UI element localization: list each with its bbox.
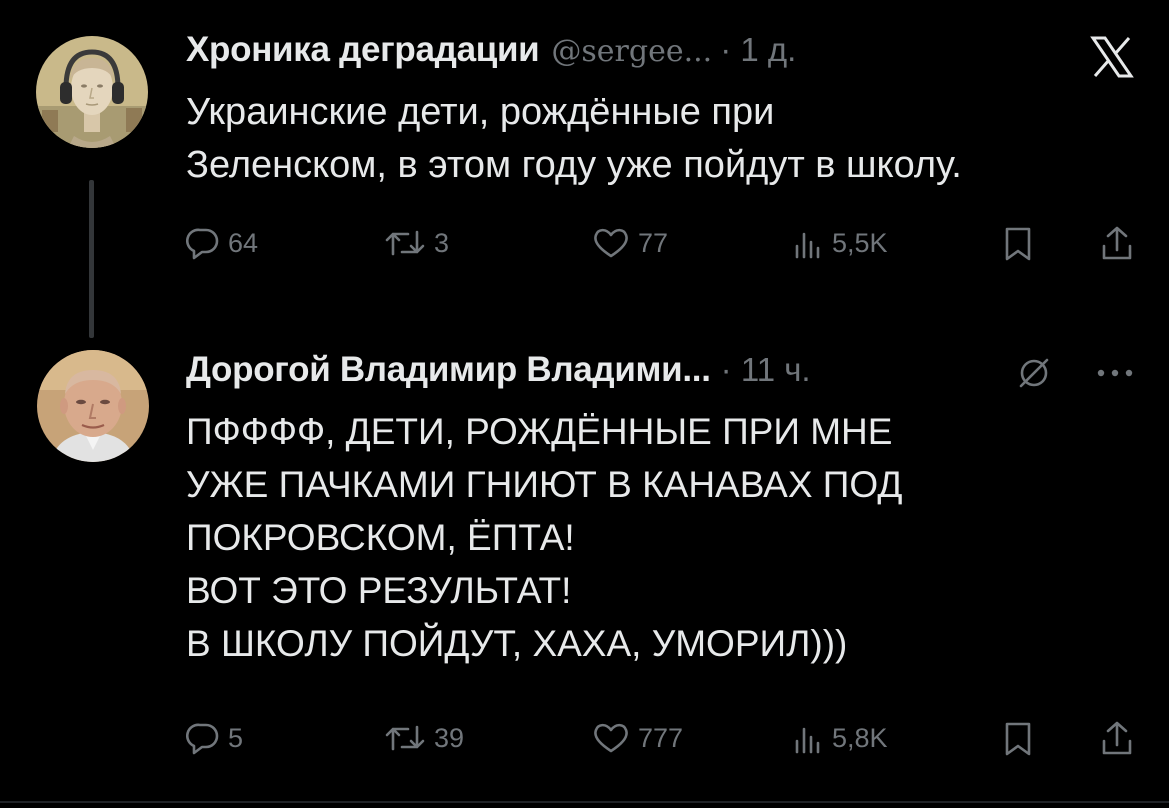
- views-button[interactable]: 5,5K: [792, 226, 888, 260]
- reply-icon: [186, 721, 220, 755]
- repost-button[interactable]: 3: [384, 226, 449, 260]
- repost-icon: [384, 721, 426, 755]
- post-text-line: Зеленском, в этом году уже пойдут в школ…: [186, 144, 962, 186]
- post-text-line: ПОКРОВСКОМ, ЁПТА!: [186, 517, 575, 558]
- heart-icon: [592, 721, 630, 755]
- repost-count: 39: [434, 722, 465, 753]
- views-count: 5,8K: [832, 722, 888, 753]
- post-timestamp[interactable]: · 1 д.: [720, 31, 796, 69]
- post-text-line: ВОТ ЭТО РЕЗУЛЬТАТ!: [186, 570, 572, 611]
- bookmark-icon[interactable]: [1003, 226, 1033, 262]
- x-thread-screenshot: Хроника деградации @sergee... · 1 д. Укр…: [0, 0, 1169, 808]
- reply-button[interactable]: 5: [186, 721, 243, 755]
- post-header: Дорогой Владимир Владими... · 11 ч.: [186, 350, 811, 390]
- like-button[interactable]: 77: [592, 226, 668, 260]
- share-icon[interactable]: [1100, 719, 1134, 757]
- share-icon[interactable]: [1100, 224, 1134, 262]
- post-text-line: Украинские дети, рождённые при: [186, 91, 775, 133]
- like-count: 777: [638, 722, 684, 753]
- like-button[interactable]: 777: [592, 721, 683, 755]
- reply-button[interactable]: 64: [186, 226, 258, 260]
- post-text-line: В ШКОЛУ ПОЙДУТ, ХАХА, УМОРИЛ))): [186, 623, 848, 664]
- views-icon: [792, 226, 824, 260]
- author-name[interactable]: Дорогой Владимир Владими...: [186, 350, 711, 390]
- heart-icon: [592, 226, 630, 260]
- post-text-line: УЖЕ ПАЧКАМИ ГНИЮТ В КАНАВАХ ПОД: [186, 464, 903, 505]
- views-count: 5,5K: [832, 227, 888, 258]
- thread-connector-line: [89, 180, 94, 338]
- post-text-line: ПФФФФ, ДЕТИ, РОЖДЁННЫЕ ПРИ МНЕ: [186, 411, 893, 452]
- repost-button[interactable]: 39: [384, 721, 464, 755]
- reply-count: 64: [228, 227, 259, 258]
- views-button[interactable]: 5,8K: [792, 721, 888, 755]
- reply-icon: [186, 226, 220, 260]
- divider: [0, 801, 1169, 803]
- post-header: Хроника деградации @sergee... · 1 д.: [186, 30, 796, 70]
- grok-icon[interactable]: [1017, 356, 1051, 390]
- post-text: Украинские дети, рождённые при Зеленском…: [186, 86, 962, 192]
- like-count: 77: [638, 227, 669, 258]
- author-name[interactable]: Хроника деградации: [186, 30, 540, 70]
- author-avatar[interactable]: [37, 350, 149, 462]
- repost-icon: [384, 226, 426, 260]
- repost-count: 3: [434, 227, 450, 258]
- views-icon: [792, 721, 824, 755]
- x-logo-icon[interactable]: [1090, 36, 1134, 78]
- post-text: ПФФФФ, ДЕТИ, РОЖДЁННЫЕ ПРИ МНЕ УЖЕ ПАЧКА…: [186, 405, 902, 670]
- more-icon[interactable]: [1096, 368, 1134, 378]
- author-handle[interactable]: @sergee...: [551, 31, 712, 69]
- reply-count: 5: [228, 722, 244, 753]
- bookmark-icon[interactable]: [1003, 721, 1033, 757]
- post-timestamp[interactable]: · 11 ч.: [721, 351, 811, 389]
- author-avatar[interactable]: [36, 36, 148, 148]
